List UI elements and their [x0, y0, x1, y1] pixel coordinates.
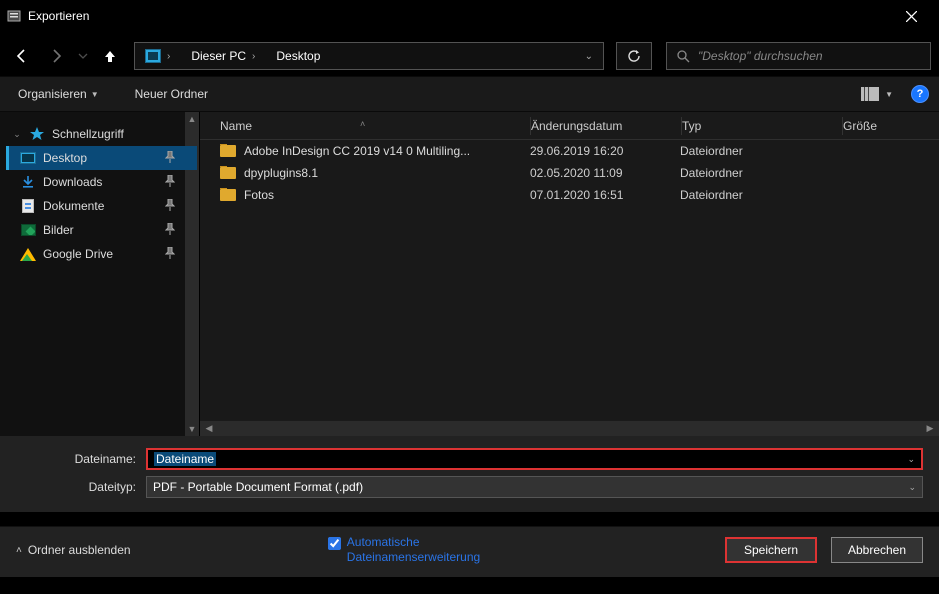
folder-icon — [220, 145, 236, 157]
sidebar-label: Dokumente — [43, 199, 104, 213]
sort-indicator-icon: ˄ — [360, 119, 365, 129]
filetype-value: PDF - Portable Document Format (.pdf) — [153, 480, 363, 494]
bottom-form: Dateiname: Dateiname ⌄ Dateityp: PDF - P… — [0, 436, 939, 512]
footer: ˄ Ordner ausblenden Automatische Dateina… — [0, 526, 939, 577]
sidebar-label: Schnellzugriff — [52, 127, 124, 141]
sidebar-label: Bilder — [43, 223, 74, 237]
pin-icon — [165, 175, 175, 190]
filename-label: Dateiname: — [16, 452, 146, 466]
column-header-name[interactable]: Name ˄ — [200, 119, 530, 133]
search-icon — [677, 50, 690, 63]
up-button[interactable] — [96, 42, 124, 70]
sidebar: ▲ ▼ ⌄ Schnellzugriff Desktop Downloads — [0, 112, 200, 436]
help-button[interactable]: ? — [911, 85, 929, 103]
pin-icon — [165, 199, 175, 214]
folder-icon — [220, 189, 236, 201]
filename-value: Dateiname — [154, 452, 216, 466]
chevron-right-icon: › — [252, 51, 255, 62]
sidebar-item-gdrive[interactable]: Google Drive — [6, 242, 197, 266]
chevron-down-icon: ▼ — [885, 90, 893, 99]
breadcrumb-label: Desktop — [276, 49, 320, 63]
chevron-down-icon[interactable]: ⌄ — [907, 454, 915, 465]
chevron-right-icon: › — [167, 51, 170, 62]
sidebar-item-pictures[interactable]: Bilder — [6, 218, 197, 242]
toolbar: Organisieren ▼ Neuer Ordner ▼ ? — [0, 76, 939, 112]
table-row[interactable]: dpyplugins8.1 02.05.2020 11:09 Dateiordn… — [200, 162, 939, 184]
sidebar-item-desktop[interactable]: Desktop — [6, 146, 197, 170]
sidebar-label: Downloads — [43, 175, 102, 189]
auto-extension-checkbox[interactable]: Automatische Dateinamenserweiterung — [328, 535, 528, 565]
star-icon — [29, 127, 45, 141]
horizontal-scrollbar[interactable]: ◀ ▶ — [200, 420, 939, 436]
pin-icon — [165, 247, 175, 262]
breadcrumb-dropdown[interactable]: ⌄ — [575, 51, 603, 62]
main-pane: ▲ ▼ ⌄ Schnellzugriff Desktop Downloads — [0, 112, 939, 436]
breadcrumb-label: Dieser PC — [191, 49, 246, 63]
titlebar: Exportieren — [0, 0, 939, 32]
scroll-down-icon[interactable]: ▼ — [185, 422, 199, 436]
new-folder-button[interactable]: Neuer Ordner — [127, 83, 216, 105]
sidebar-label: Google Drive — [43, 247, 113, 261]
column-headers: Name ˄ Änderungsdatum Typ Größe — [200, 112, 939, 140]
scroll-left-icon[interactable]: ◀ — [200, 423, 218, 434]
view-icon — [861, 87, 879, 101]
auto-extension-input[interactable] — [328, 537, 341, 550]
hide-folders-button[interactable]: ˄ Ordner ausblenden — [16, 543, 131, 557]
search-input[interactable]: "Desktop" durchsuchen — [666, 42, 931, 70]
organize-button[interactable]: Organisieren ▼ — [10, 83, 107, 105]
pin-icon — [165, 151, 175, 166]
sidebar-item-documents[interactable]: Dokumente — [6, 194, 197, 218]
recent-dropdown[interactable] — [76, 42, 90, 70]
close-button[interactable] — [891, 2, 931, 30]
sidebar-label: Desktop — [43, 151, 87, 165]
column-header-date[interactable]: Änderungsdatum — [531, 119, 681, 133]
filetype-select[interactable]: PDF - Portable Document Format (.pdf) ⌄ — [146, 476, 923, 498]
column-header-size[interactable]: Größe — [843, 119, 903, 133]
expander-icon[interactable]: ⌄ — [12, 129, 22, 140]
sidebar-item-downloads[interactable]: Downloads — [6, 170, 197, 194]
table-row[interactable]: Adobe InDesign CC 2019 v14 0 Multiling..… — [200, 140, 939, 162]
refresh-button[interactable] — [616, 42, 652, 70]
search-placeholder: "Desktop" durchsuchen — [698, 49, 823, 63]
filename-input[interactable]: Dateiname ⌄ — [146, 448, 923, 470]
forward-button[interactable] — [42, 42, 70, 70]
computer-icon — [145, 49, 161, 63]
sidebar-item-quickaccess[interactable]: ⌄ Schnellzugriff — [6, 122, 197, 146]
cancel-button[interactable]: Abbrechen — [831, 537, 923, 563]
filetype-label: Dateityp: — [16, 480, 146, 494]
scroll-right-icon[interactable]: ▶ — [921, 423, 939, 434]
document-icon — [22, 199, 34, 213]
file-list: Name ˄ Änderungsdatum Typ Größe Adobe In… — [200, 112, 939, 436]
table-row[interactable]: Fotos 07.01.2020 16:51 Dateiordner — [200, 184, 939, 206]
back-button[interactable] — [8, 42, 36, 70]
chevron-down-icon[interactable]: ⌄ — [908, 482, 916, 493]
breadcrumb-seg-desktop[interactable]: Desktop — [266, 43, 331, 69]
nav-row: › Dieser PC › Desktop ⌄ "Desktop" durchs… — [0, 36, 939, 76]
download-icon — [20, 175, 36, 189]
app-icon — [6, 9, 22, 23]
column-header-type[interactable]: Typ — [682, 119, 842, 133]
breadcrumb-seg-thispc[interactable]: Dieser PC › — [181, 43, 266, 69]
chevron-up-icon: ˄ — [16, 545, 22, 556]
pin-icon — [165, 223, 175, 238]
folder-icon — [220, 167, 236, 179]
pictures-icon — [21, 224, 36, 236]
file-rows: Adobe InDesign CC 2019 v14 0 Multiling..… — [200, 140, 939, 420]
google-drive-icon — [20, 248, 36, 261]
window-title: Exportieren — [28, 9, 89, 23]
desktop-icon — [20, 152, 36, 164]
view-options-button[interactable]: ▼ — [855, 85, 899, 103]
save-button[interactable]: Speichern — [725, 537, 817, 563]
chevron-down-icon: ▼ — [91, 90, 99, 99]
breadcrumb[interactable]: › Dieser PC › Desktop ⌄ — [134, 42, 604, 70]
breadcrumb-root[interactable]: › — [135, 43, 181, 69]
